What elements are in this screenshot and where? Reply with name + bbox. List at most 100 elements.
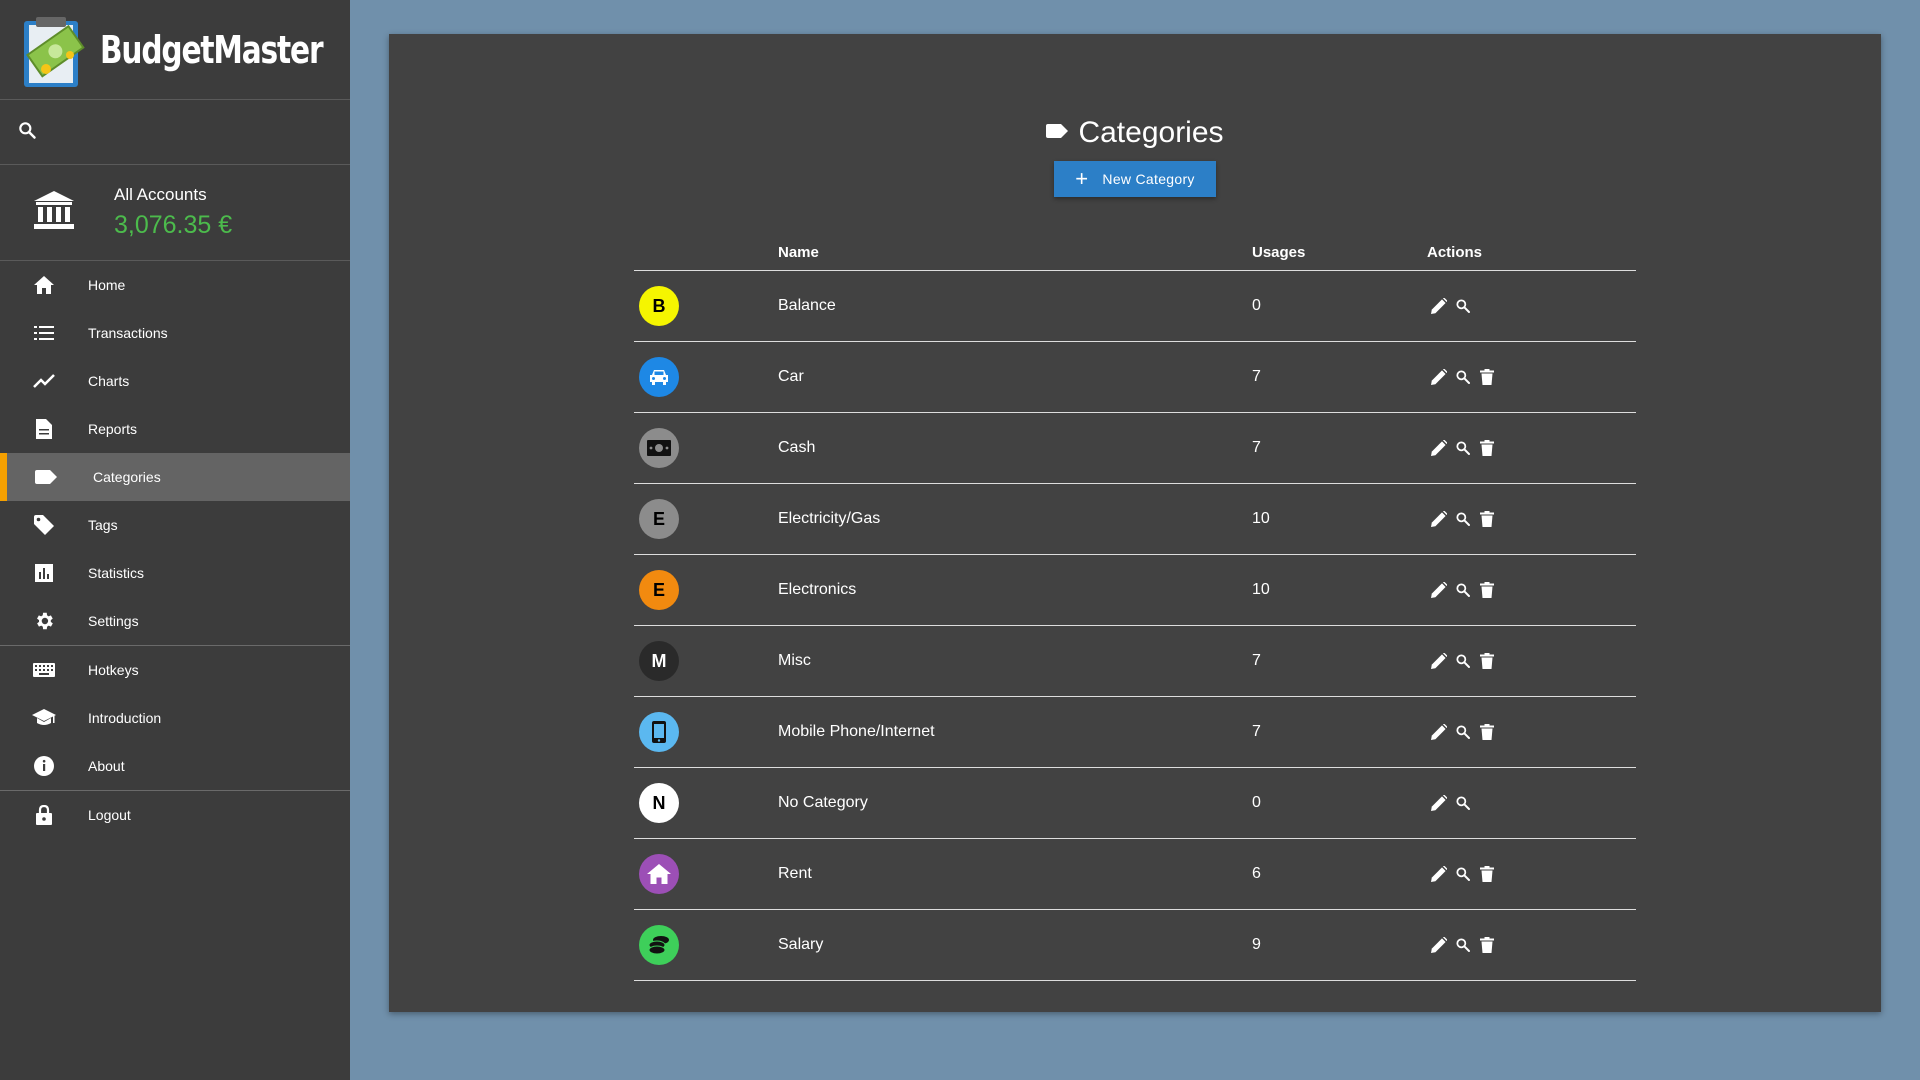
search-icon[interactable] [1451, 862, 1475, 886]
table-row: Mobile Phone/Internet 7 [634, 697, 1636, 768]
plus-icon: + [1075, 166, 1089, 191]
nav-item-introduction[interactable]: Introduction [0, 694, 350, 742]
label-icon [1046, 123, 1069, 144]
search-icon[interactable] [1451, 507, 1475, 531]
delete-icon[interactable] [1475, 578, 1499, 602]
nav-item-about[interactable]: About [0, 742, 350, 790]
nav-item-categories[interactable]: Categories [0, 453, 350, 501]
nav-label: About [88, 758, 125, 774]
category-usages: 0 [1252, 297, 1261, 314]
edit-icon[interactable] [1427, 720, 1451, 744]
page-title: Categories [1078, 116, 1224, 149]
category-usages: 7 [1252, 723, 1261, 740]
edit-icon[interactable] [1427, 933, 1451, 957]
edit-icon[interactable] [1427, 578, 1451, 602]
table-row: E Electronics 10 [634, 555, 1636, 626]
table-row: M Misc 7 [634, 626, 1636, 697]
bank-icon [32, 189, 76, 236]
edit-icon[interactable] [1427, 507, 1451, 531]
category-name: Car [778, 368, 804, 385]
delete-icon[interactable] [1475, 436, 1499, 460]
new-category-button[interactable]: + New Category [1054, 161, 1216, 197]
delete-icon[interactable] [1475, 862, 1499, 886]
table-header: Name Usages Actions [634, 234, 1636, 271]
search-icon[interactable] [1451, 294, 1475, 318]
nav-item-reports[interactable]: Reports [0, 405, 350, 453]
category-actions [1427, 649, 1636, 673]
search-icon[interactable] [1451, 933, 1475, 957]
category-icon-cell: E [634, 570, 778, 610]
category-letter: B [652, 295, 666, 316]
nav-item-tags[interactable]: Tags [0, 501, 350, 549]
category-usages: 9 [1252, 936, 1261, 953]
header-actions: Actions [1427, 243, 1483, 261]
document-icon [32, 417, 56, 441]
nav-label: Introduction [88, 710, 162, 726]
nav-label: Statistics [88, 565, 145, 581]
edit-icon[interactable] [1427, 365, 1451, 389]
search-icon[interactable] [1451, 436, 1475, 460]
search-bar[interactable] [0, 100, 350, 165]
delete-icon[interactable] [1475, 720, 1499, 744]
nav-item-settings[interactable]: Settings [0, 597, 350, 645]
category-icon-cell [634, 428, 778, 468]
new-category-label: New Category [1102, 171, 1195, 187]
category-avatar [639, 712, 679, 752]
account-balance: 3,076.35 € [114, 211, 233, 239]
header-name: Name [778, 243, 819, 261]
money-icon [647, 440, 671, 456]
category-avatar: M [639, 641, 679, 681]
edit-icon[interactable] [1427, 649, 1451, 673]
search-icon[interactable] [1451, 578, 1475, 602]
search-icon[interactable] [1451, 720, 1475, 744]
edit-icon[interactable] [1427, 791, 1451, 815]
brand[interactable]: BudgetMaster [0, 0, 350, 100]
nav-item-statistics[interactable]: Statistics [0, 549, 350, 597]
delete-icon[interactable] [1475, 507, 1499, 531]
category-actions [1427, 578, 1636, 602]
edit-icon[interactable] [1427, 436, 1451, 460]
gear-icon [32, 609, 56, 633]
coins-icon [648, 935, 670, 955]
header-usages: Usages [1252, 243, 1306, 261]
search-icon[interactable] [17, 120, 37, 145]
category-icon-cell [634, 712, 778, 752]
list-icon [32, 321, 56, 345]
delete-icon[interactable] [1475, 933, 1499, 957]
nav-item-transactions[interactable]: Transactions [0, 309, 350, 357]
search-icon[interactable] [1451, 649, 1475, 673]
nav-label: Home [88, 277, 126, 293]
table-row: E Electricity/Gas 10 [634, 484, 1636, 555]
search-icon[interactable] [1451, 791, 1475, 815]
edit-icon[interactable] [1427, 294, 1451, 318]
search-icon[interactable] [1451, 365, 1475, 389]
table-row: N No Category 0 [634, 768, 1636, 839]
category-name: Misc [778, 652, 811, 669]
delete-icon[interactable] [1475, 649, 1499, 673]
categories-table: Name Usages Actions B Balance 0 Car 7 Ca… [634, 234, 1636, 981]
category-avatar [639, 854, 679, 894]
delete-icon[interactable] [1475, 365, 1499, 389]
category-actions [1427, 791, 1636, 815]
category-actions [1427, 862, 1636, 886]
category-name: Mobile Phone/Internet [778, 723, 935, 740]
category-avatar [639, 925, 679, 965]
category-actions [1427, 507, 1636, 531]
nav-label: Tags [88, 517, 118, 533]
lock-icon [32, 803, 56, 827]
category-avatar [639, 428, 679, 468]
category-actions [1427, 436, 1636, 460]
table-row: Salary 9 [634, 910, 1636, 981]
category-icon-cell: N [634, 783, 778, 823]
category-name: Salary [778, 936, 824, 953]
nav-item-charts[interactable]: Charts [0, 357, 350, 405]
category-icon-cell: M [634, 641, 778, 681]
category-name: No Category [778, 794, 868, 811]
category-usages: 7 [1252, 368, 1261, 385]
nav-item-logout[interactable]: Logout [0, 791, 350, 839]
account-selector[interactable]: All Accounts 3,076.35 € [0, 165, 350, 261]
nav-item-home[interactable]: Home [0, 261, 350, 309]
info-icon [32, 754, 56, 778]
edit-icon[interactable] [1427, 862, 1451, 886]
nav-item-hotkeys[interactable]: Hotkeys [0, 646, 350, 694]
